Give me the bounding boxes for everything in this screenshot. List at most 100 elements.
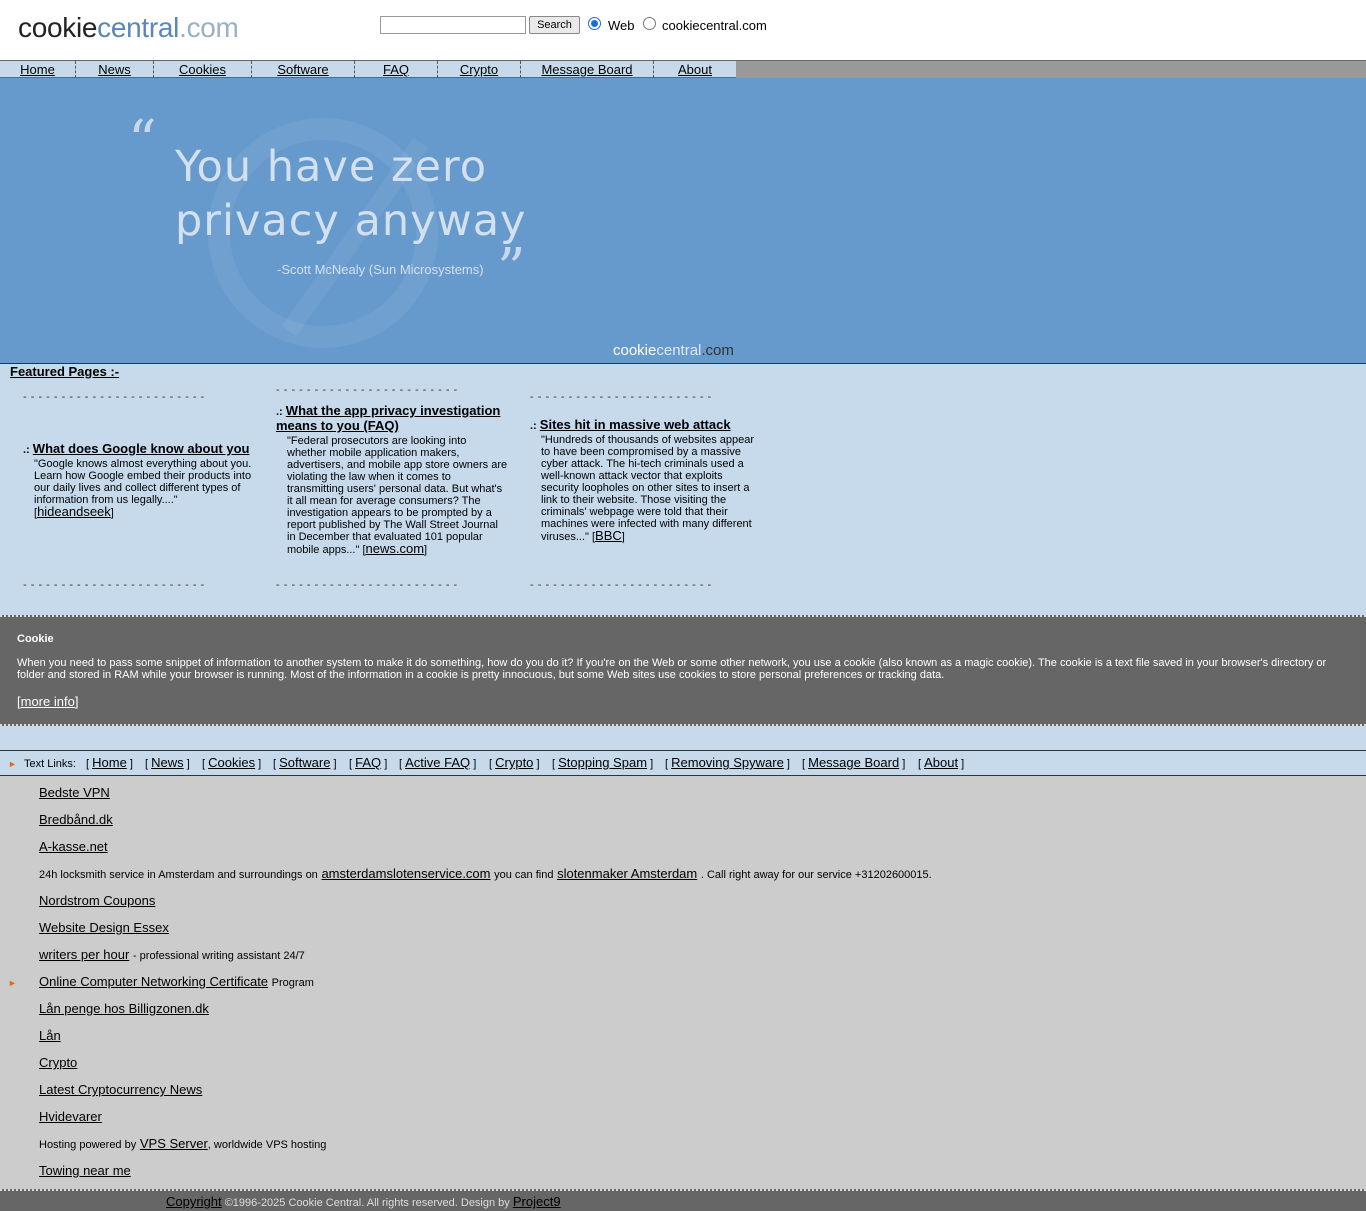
text-link-item: [ Message Board ] xyxy=(802,755,906,770)
sponsor-link-amsterdamslotenservice[interactable]: amsterdamslotenservice.com xyxy=(321,866,490,881)
cookie-definition-box: Cookie When you need to pass some snippe… xyxy=(0,615,1366,726)
sponsor-link-bedste-vpn[interactable]: Bedste VPN xyxy=(39,785,110,800)
divider-dashes: - - - - - - - - - - - - - - - - - - - - … xyxy=(23,391,205,403)
sponsor-row: Hvidevarer xyxy=(39,1109,102,1124)
banner-logo-cookie: cookie xyxy=(613,342,657,359)
text-link-message-board[interactable]: Message Board xyxy=(808,755,899,770)
featured-source-link[interactable]: news.com xyxy=(366,541,425,556)
featured-description-text: "Federal prosecutors are looking into wh… xyxy=(287,435,508,556)
sponsor-text: . Call right away for our service +31202… xyxy=(700,869,932,881)
text-link-item: [ Crypto ] xyxy=(489,755,540,770)
search-scope-web-radio[interactable] xyxy=(588,17,601,30)
sponsor-text: you can find xyxy=(494,869,554,881)
sponsor-row: Online Computer Networking Certificate P… xyxy=(39,974,314,989)
text-link-item: [ Home ] xyxy=(86,755,133,770)
designer-link[interactable]: Project9 xyxy=(513,1194,561,1209)
divider-dashes: - - - - - - - - - - - - - - - - - - - - … xyxy=(276,384,458,396)
text-link-software[interactable]: Software xyxy=(279,755,330,770)
text-link-stopping-spam[interactable]: Stopping Spam xyxy=(558,755,647,770)
text-link-home[interactable]: Home xyxy=(92,755,127,770)
sponsor-link-nordstrom[interactable]: Nordstrom Coupons xyxy=(39,893,155,908)
sponsor-row: Lån xyxy=(39,1028,61,1043)
sponsor-link-laan-penge[interactable]: Lån penge hos Billigzonen.dk xyxy=(39,1001,209,1016)
featured-marker: .: xyxy=(23,444,30,456)
close-quote-mark: ” xyxy=(497,237,526,302)
text-link-removing-spyware[interactable]: Removing Spyware xyxy=(671,755,784,770)
text-link-news[interactable]: News xyxy=(151,755,184,770)
featured-item: .: What the app privacy investigation me… xyxy=(276,403,508,556)
quote-banner: “ You have zero privacy anyway -Scott Mc… xyxy=(0,78,1366,363)
sponsor-text: 24h locksmith service in Amsterdam and s… xyxy=(39,869,318,881)
nav-item-cookies[interactable]: Cookies xyxy=(154,61,252,78)
search-input[interactable] xyxy=(380,16,526,34)
site-logo[interactable]: cookiecentral.com xyxy=(18,12,239,44)
sponsor-link-writers-per-hour[interactable]: writers per hour xyxy=(39,947,129,962)
text-link-active-faq[interactable]: Active FAQ xyxy=(405,755,470,770)
more-info-link[interactable]: more info xyxy=(21,694,75,709)
sponsor-link-bredband[interactable]: Bredbånd.dk xyxy=(39,812,113,827)
sponsor-link-website-design[interactable]: Website Design Essex xyxy=(39,920,169,935)
text-link-item: [ Cookies ] xyxy=(202,755,262,770)
more-info: [more info] xyxy=(17,694,79,709)
main-nav-bar: Home News Cookies Software FAQ Crypto Me… xyxy=(0,61,736,78)
text-link-about[interactable]: About xyxy=(924,755,958,770)
featured-title-link[interactable]: What does Google know about you xyxy=(33,441,250,456)
text-link-item: [ News ] xyxy=(145,755,190,770)
search-scope-site-label: cookiecentral.com xyxy=(662,18,767,33)
featured-source-link[interactable]: BBC xyxy=(595,528,622,543)
featured-source-link[interactable]: hideandseek xyxy=(37,504,111,519)
search-scope-site-radio[interactable] xyxy=(643,17,656,30)
nav-item-message-board[interactable]: Message Board xyxy=(521,61,654,78)
text-link-item: [ Removing Spyware ] xyxy=(665,755,790,770)
featured-title-link[interactable]: What the app privacy investigation means… xyxy=(276,403,500,433)
featured-item: .: What does Google know about you "Goog… xyxy=(23,441,258,519)
sponsor-text: Hosting powered by xyxy=(39,1139,137,1151)
nav-item-home[interactable]: Home xyxy=(0,61,76,78)
sponsor-link-crypto[interactable]: Crypto xyxy=(39,1055,77,1070)
text-link-item: [ FAQ ] xyxy=(349,755,388,770)
nav-item-crypto[interactable]: Crypto xyxy=(438,61,521,78)
text-link-crypto[interactable]: Crypto xyxy=(495,755,533,770)
featured-description: "Hundreds of thousands of websites appea… xyxy=(541,434,755,543)
logo-text-com: .com xyxy=(179,12,239,43)
sponsor-link-hvidevarer[interactable]: Hvidevarer xyxy=(39,1109,102,1124)
featured-description: "Google knows almost everything about yo… xyxy=(34,458,252,519)
text-link-item: [ Active FAQ ] xyxy=(399,755,477,770)
banner-quote: You have zero privacy anyway xyxy=(175,140,535,248)
nav-item-news[interactable]: News xyxy=(76,61,154,78)
cookie-definition-text: When you need to pass some snippet of in… xyxy=(17,657,1327,681)
arrow-icon: ► xyxy=(8,759,17,769)
sponsor-text: , worldwide VPS hosting xyxy=(207,1139,327,1151)
nav-item-software[interactable]: Software xyxy=(252,61,355,78)
sponsor-link-towing[interactable]: Towing near me xyxy=(39,1163,131,1178)
text-link-cookies[interactable]: Cookies xyxy=(208,755,255,770)
nav-item-about[interactable]: About xyxy=(654,61,736,78)
sponsor-link-slotenmaker[interactable]: slotenmaker Amsterdam xyxy=(557,866,697,881)
spacer-band xyxy=(0,726,1366,750)
copyright-text: ©1996-2025 Cookie Central. All rights re… xyxy=(224,1197,510,1209)
sponsor-link-akasse[interactable]: A-kasse.net xyxy=(39,839,108,854)
sponsor-row: Hosting powered by VPS Server, worldwide… xyxy=(39,1136,326,1151)
sponsor-link-vps-server[interactable]: VPS Server xyxy=(140,1136,208,1151)
text-link-item: [ Software ] xyxy=(273,755,337,770)
sponsor-row: Latest Cryptocurrency News xyxy=(39,1082,202,1097)
sponsor-row: Nordstrom Coupons xyxy=(39,893,155,908)
featured-title-link[interactable]: Sites hit in massive web attack xyxy=(540,417,731,432)
sponsor-link-laan[interactable]: Lån xyxy=(39,1028,61,1043)
search-button[interactable]: Search xyxy=(529,16,580,34)
copyright-link[interactable]: Copyright xyxy=(166,1194,222,1209)
site-header: cookiecentral.com Search Web cookiecentr… xyxy=(0,0,1366,60)
sponsor-row: 24h locksmith service in Amsterdam and s… xyxy=(39,866,932,881)
search-scope-web-label: Web xyxy=(608,18,635,33)
text-links-label: Text Links: xyxy=(24,758,76,770)
banner-logo-central: central xyxy=(656,342,702,359)
text-link-item: [ About ] xyxy=(918,755,965,770)
sponsor-row: Bredbånd.dk xyxy=(39,812,113,827)
sponsor-row: Bedste VPN xyxy=(39,785,110,800)
nav-item-faq[interactable]: FAQ xyxy=(355,61,438,78)
text-link-faq[interactable]: FAQ xyxy=(355,755,381,770)
sponsor-link-networking-certificate[interactable]: Online Computer Networking Certificate xyxy=(39,974,268,989)
sponsor-row: Lån penge hos Billigzonen.dk xyxy=(39,1001,209,1016)
sponsor-link-crypto-news[interactable]: Latest Cryptocurrency News xyxy=(39,1082,202,1097)
sponsor-row: A-kasse.net xyxy=(39,839,108,854)
